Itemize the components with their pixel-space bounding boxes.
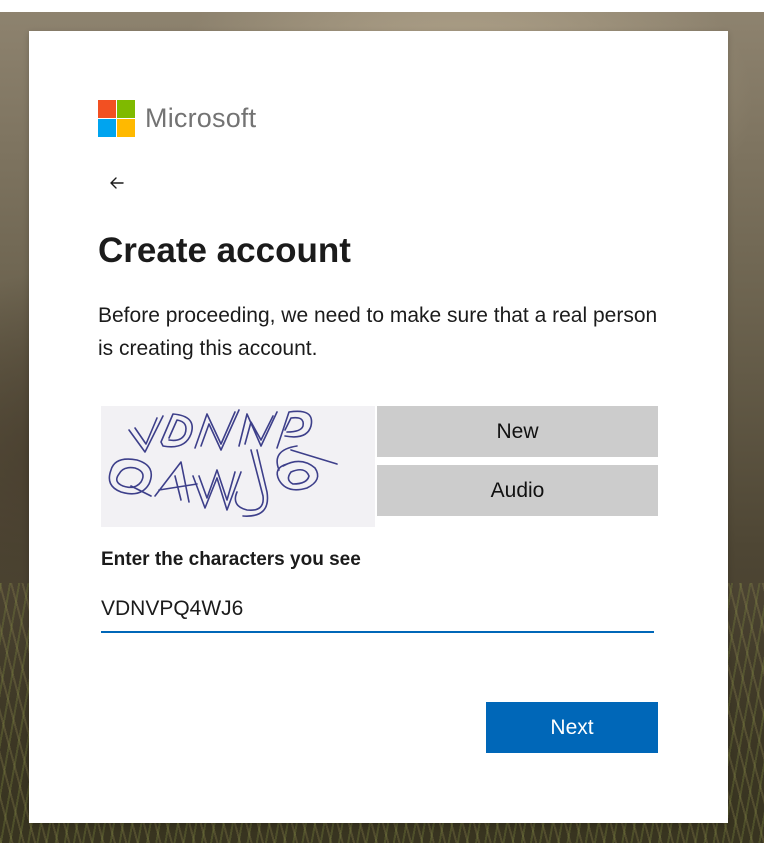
brand-name: Microsoft <box>145 103 257 133</box>
captcha-distorted-text <box>108 409 338 517</box>
signup-card: Microsoft Create account Before proceedi… <box>29 31 728 823</box>
logo-square-green <box>117 100 135 118</box>
logo-square-blue <box>98 119 116 137</box>
microsoft-logo-icon <box>98 100 135 137</box>
captcha-field-label: Enter the characters you see <box>101 549 361 570</box>
captcha-new-button[interactable]: New <box>377 406 658 457</box>
next-button[interactable]: Next <box>486 702 658 753</box>
microsoft-logo: Microsoft <box>98 100 256 137</box>
logo-square-yellow <box>117 119 135 137</box>
logo-square-red <box>98 100 116 118</box>
arrow-left-icon <box>110 177 124 189</box>
captcha-image <box>101 406 375 527</box>
top-edge <box>0 0 764 12</box>
captcha-audio-button[interactable]: Audio <box>377 465 658 516</box>
page-title: Create account <box>98 231 351 270</box>
captcha-input[interactable] <box>101 587 654 633</box>
back-button[interactable] <box>105 171 129 195</box>
page-description: Before proceeding, we need to make sure … <box>98 304 658 360</box>
